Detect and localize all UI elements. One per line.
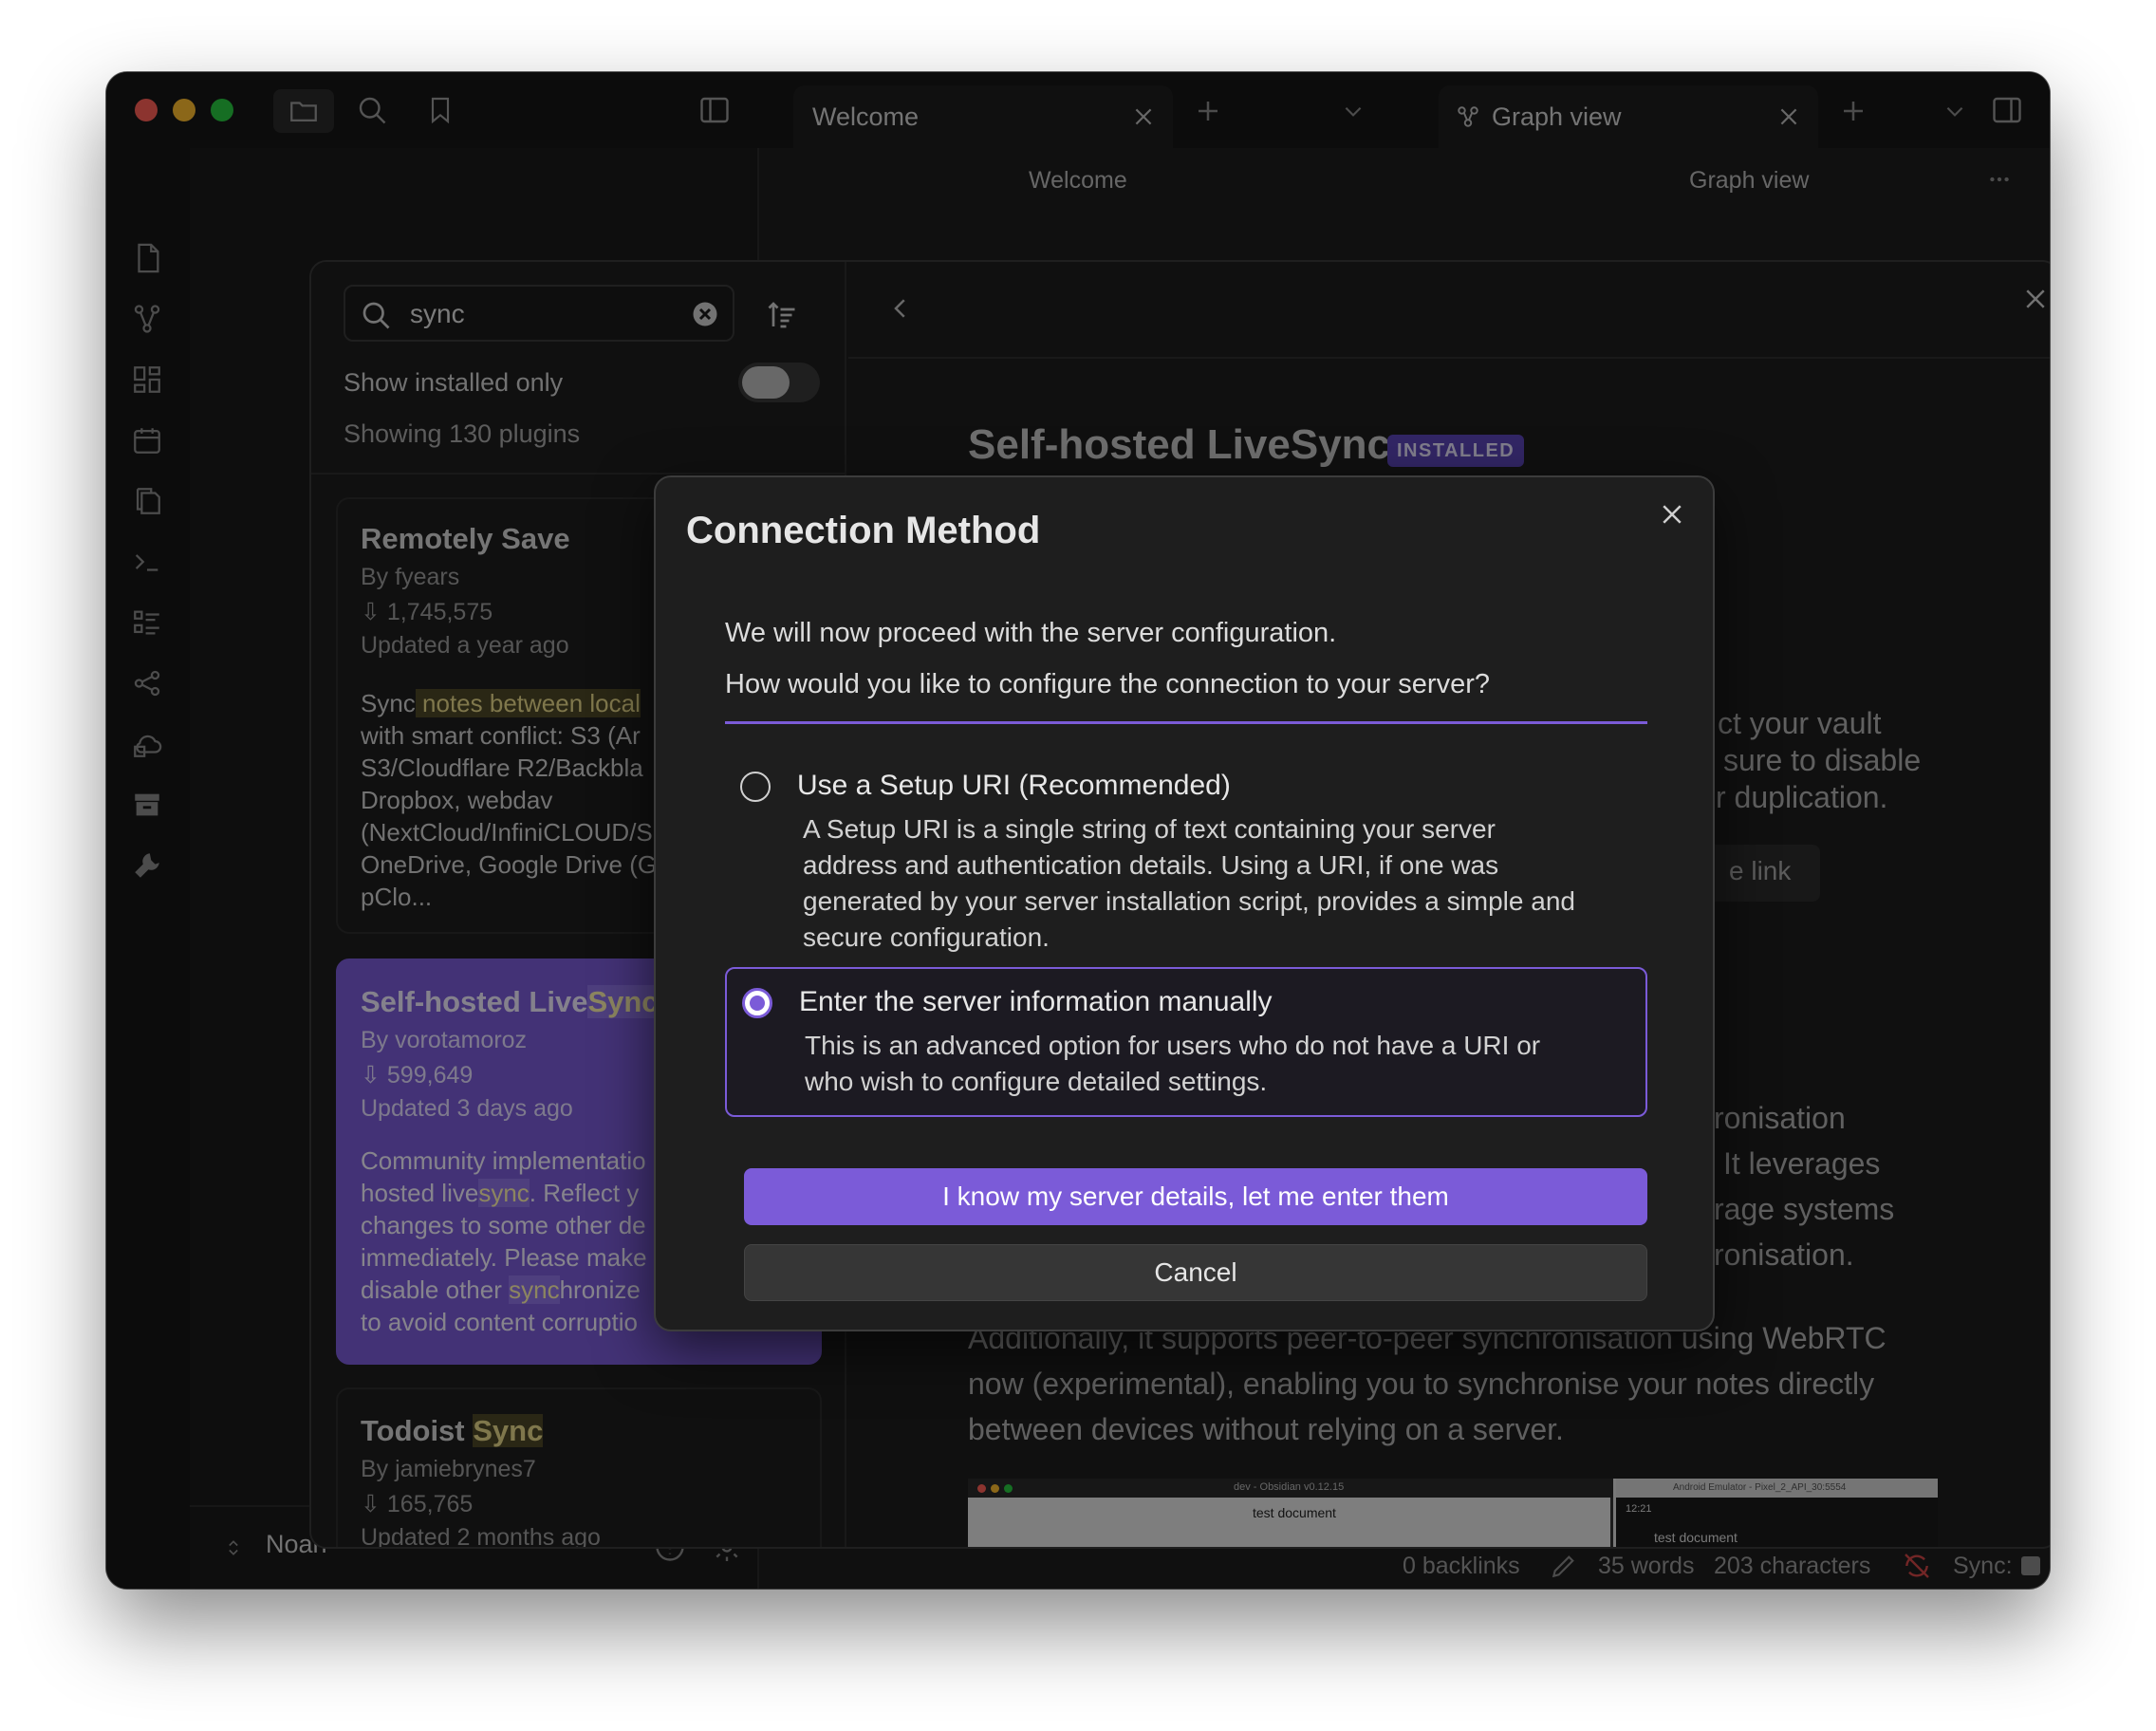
- dialog-intro-line: We will now proceed with the server conf…: [725, 618, 1337, 648]
- option-setup-uri[interactable]: Use a Setup URI (Recommended) A Setup UR…: [725, 753, 1647, 961]
- enter-server-details-button[interactable]: I know my server details, let me enter t…: [744, 1168, 1647, 1225]
- setup-uri-radio[interactable]: [740, 772, 771, 802]
- dialog-title: Connection Method: [686, 510, 1041, 551]
- connection-method-dialog: Connection Method We will now proceed wi…: [654, 475, 1715, 1331]
- manual-entry-radio[interactable]: [742, 988, 772, 1018]
- dialog-question: How would you like to configure the conn…: [725, 669, 1490, 699]
- option-description-line: generated by your server installation sc…: [803, 886, 1575, 916]
- option-description-line: secure configuration.: [803, 922, 1050, 952]
- option-description: This is an advanced option for users who…: [805, 1028, 1640, 1100]
- option-description-line: address and authentication details. Usin…: [803, 850, 1499, 880]
- close-dialog-icon[interactable]: [1658, 500, 1686, 529]
- option-title: Use a Setup URI (Recommended): [797, 770, 1231, 801]
- cancel-button[interactable]: Cancel: [744, 1244, 1647, 1301]
- option-manual-entry[interactable]: Enter the server information manually Th…: [725, 967, 1647, 1117]
- option-description-line: who wish to configure detailed settings.: [805, 1067, 1268, 1096]
- option-title: Enter the server information manually: [799, 986, 1273, 1017]
- option-description: A Setup URI is a single string of text c…: [803, 811, 1638, 956]
- option-description-line: This is an advanced option for users who…: [805, 1031, 1541, 1060]
- question-underline: [725, 721, 1647, 724]
- app-window: Welcome Graph view Noah Welcome Graph vi…: [106, 72, 2050, 1589]
- option-description-line: A Setup URI is a single string of text c…: [803, 814, 1496, 844]
